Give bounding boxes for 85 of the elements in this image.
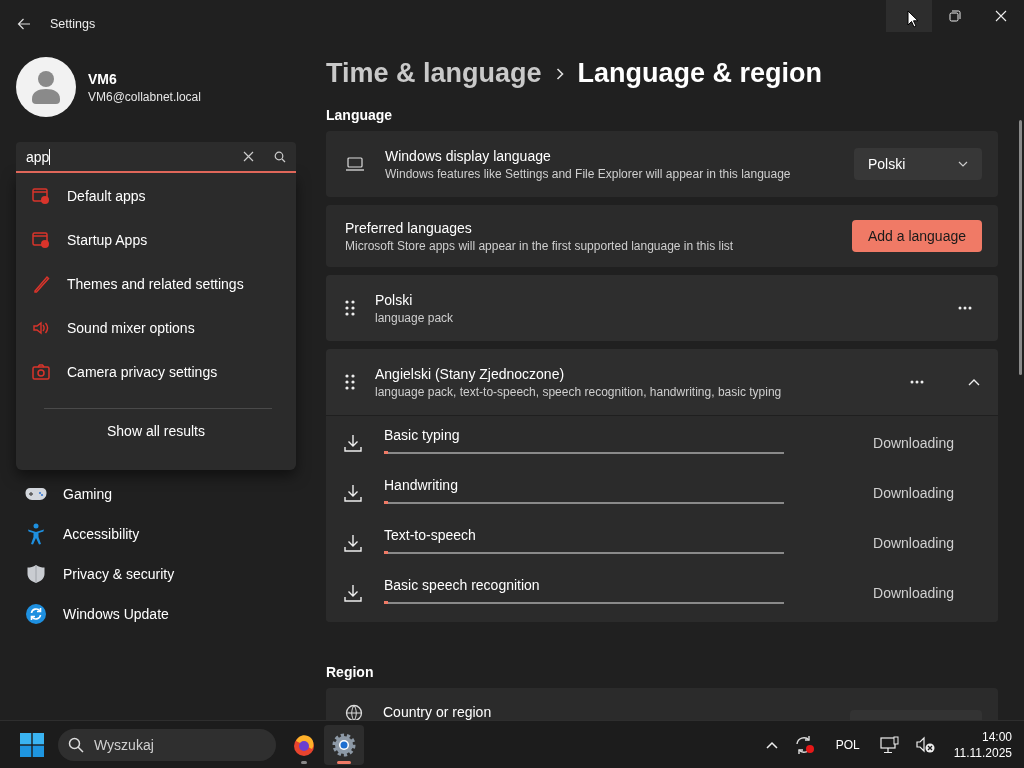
speaker-icon (32, 319, 50, 337)
download-icon (344, 534, 362, 552)
taskbar-search-field[interactable]: Wyszukaj (58, 728, 276, 761)
nav-label: Privacy & security (63, 566, 175, 582)
gamepad-icon (25, 486, 47, 502)
download-status: Downloading (873, 435, 954, 451)
chevron-up-icon[interactable] (968, 378, 980, 386)
scrollbar[interactable] (1019, 120, 1022, 375)
nav-label: Windows Update (63, 606, 169, 622)
chevron-right-icon (555, 67, 564, 80)
chevron-up-icon[interactable] (765, 740, 778, 749)
chevron-down-icon (958, 161, 968, 167)
language-features: language pack, text-to-speech, speech recognition, handwriting, basic typing (375, 384, 783, 399)
download-name: Handwriting (384, 476, 459, 493)
search-icon (68, 736, 84, 753)
page-title: Language & region (577, 58, 823, 89)
download-name: Basic typing (384, 426, 461, 443)
section-heading: Region (326, 664, 375, 680)
drag-handle-icon[interactable] (345, 374, 355, 390)
nav-label: Gaming (63, 486, 113, 502)
minimize-button[interactable] (886, 0, 932, 32)
clock-date[interactable]: 11.11.2025 (953, 745, 1012, 760)
nav-label: Accessibility (63, 526, 140, 542)
breadcrumb-link[interactable]: Time & language (326, 58, 542, 89)
download-status: Downloading (873, 585, 954, 601)
start-icon[interactable] (20, 732, 44, 757)
nav-item[interactable]: Privacy & security (0, 554, 310, 594)
gear-icon (332, 732, 356, 757)
pen-icon (32, 275, 50, 293)
globe-icon (345, 704, 363, 720)
sync-alert-icon[interactable] (793, 734, 816, 755)
fox-globe-icon (292, 732, 316, 757)
window-title: Settings (50, 17, 96, 31)
language-name: Polski (375, 291, 414, 308)
section-heading: Language (326, 107, 394, 123)
window-check-icon (32, 231, 50, 249)
download-status: Downloading (873, 535, 954, 551)
mouse-cursor-icon (907, 10, 919, 28)
user-name: VM6 (88, 70, 118, 87)
suggestion-item[interactable]: Startup Apps (16, 218, 296, 262)
nav-item[interactable]: Windows Update (0, 594, 310, 634)
camera-icon (32, 363, 50, 381)
download-icon (344, 484, 362, 502)
setting-title: Windows display language (385, 147, 552, 164)
drag-handle-icon[interactable] (345, 300, 355, 316)
accessibility-icon (25, 523, 47, 545)
language-dropdown[interactable]: Polski (854, 148, 982, 180)
download-icon (344, 584, 362, 602)
user-email: VM6@collabnet.local (88, 89, 201, 104)
suggestion-item[interactable]: Themes and related settings (16, 262, 296, 306)
avatar-icon (16, 57, 76, 117)
download-name: Text-to-speech (384, 526, 477, 543)
nav-item[interactable]: Gaming (0, 474, 310, 514)
back-icon[interactable] (17, 18, 31, 30)
taskbar-app[interactable] (324, 724, 364, 765)
input-language-indicator[interactable]: POL (835, 737, 860, 752)
shield-icon (25, 564, 47, 584)
nav-item[interactable]: Accessibility (0, 514, 310, 554)
window-check-icon (32, 187, 50, 205)
sync-icon (25, 604, 47, 624)
setting-title: Country or region (383, 704, 493, 720)
muted-speaker-icon[interactable] (915, 735, 936, 754)
more-options-icon[interactable] (958, 306, 972, 310)
suggestion-item[interactable]: Camera privacy settings (16, 350, 296, 394)
search-field[interactable]: app (16, 142, 296, 173)
download-status: Downloading (873, 485, 954, 501)
more-options-icon[interactable] (910, 380, 924, 384)
laptop-icon (345, 157, 365, 171)
suggestion-item[interactable]: Sound mixer options (16, 306, 296, 350)
clock-time[interactable]: 14:00 (981, 729, 1012, 744)
suggestion-item[interactable]: Default apps (16, 174, 296, 218)
setting-description: Windows features like Settings and File Explorer will appear in this language (385, 166, 792, 181)
language-features: language pack (375, 310, 455, 325)
language-name: Angielski (Stany Zjednoczone) (375, 365, 566, 382)
monitor-icon[interactable] (879, 735, 900, 754)
setting-title: Preferred languages (345, 219, 473, 236)
clear-icon[interactable] (243, 151, 254, 162)
show-all-results-button[interactable]: Show all results (16, 419, 296, 443)
restore-icon (949, 10, 961, 22)
setting-description: Microsoft Store apps will appear in the first supported language in this list (345, 238, 735, 253)
close-icon (995, 10, 1007, 22)
add-language-button[interactable]: Add a language (851, 220, 982, 252)
search-icon[interactable] (274, 150, 286, 163)
download-name: Basic speech recognition (384, 576, 541, 593)
download-icon (344, 434, 362, 452)
